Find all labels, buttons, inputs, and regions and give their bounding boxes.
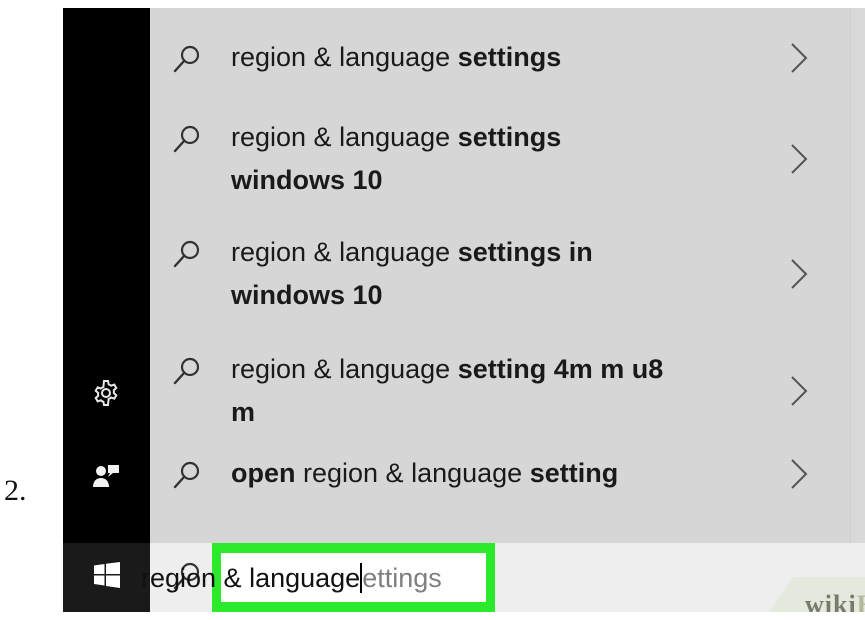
search-icon xyxy=(172,460,202,490)
chevron-right-icon[interactable] xyxy=(788,457,810,491)
chevron-right-icon[interactable] xyxy=(788,142,810,176)
suggestion-text: region & language setting 4m m u8 m xyxy=(231,354,664,427)
search-icon xyxy=(172,44,202,74)
results-scrollbar[interactable] xyxy=(850,8,865,543)
suggestion-item[interactable]: open region & language setting xyxy=(150,452,850,532)
suggestion-text: region & language settings xyxy=(231,42,562,72)
watermark-logo: wikiHow xyxy=(805,590,865,612)
feedback-icon[interactable] xyxy=(84,453,128,497)
search-autocomplete-text: ettings xyxy=(362,563,442,593)
windows-search-panel: region & language settings region & lang… xyxy=(63,8,865,612)
search-query[interactable]: region & languageettings xyxy=(141,559,442,597)
suggestion-item[interactable]: region & language settings xyxy=(150,36,850,116)
search-typed-text: region & language xyxy=(141,563,361,593)
suggestion-text: open region & language setting xyxy=(231,458,619,488)
chevron-right-icon[interactable] xyxy=(788,257,810,291)
chevron-right-icon[interactable] xyxy=(788,41,810,75)
search-icon xyxy=(172,124,202,154)
search-icon xyxy=(172,356,202,386)
search-icon xyxy=(172,239,202,269)
search-suggestions-list: region & language settings region & lang… xyxy=(150,8,850,543)
suggestion-text: region & language settings windows 10 xyxy=(231,122,562,195)
start-sidebar xyxy=(63,8,150,543)
suggestion-text: region & language settings in windows 10 xyxy=(231,237,593,310)
suggestion-item[interactable]: region & language setting 4m m u8 m xyxy=(150,348,850,454)
step-number: 2. xyxy=(4,474,27,507)
gear-icon[interactable] xyxy=(84,371,128,415)
start-button[interactable] xyxy=(63,543,150,612)
suggestion-item[interactable]: region & language settings windows 10 xyxy=(150,116,850,222)
chevron-right-icon[interactable] xyxy=(788,374,810,408)
windows-start-icon xyxy=(93,562,120,593)
suggestion-item[interactable]: region & language settings in windows 10 xyxy=(150,231,850,337)
